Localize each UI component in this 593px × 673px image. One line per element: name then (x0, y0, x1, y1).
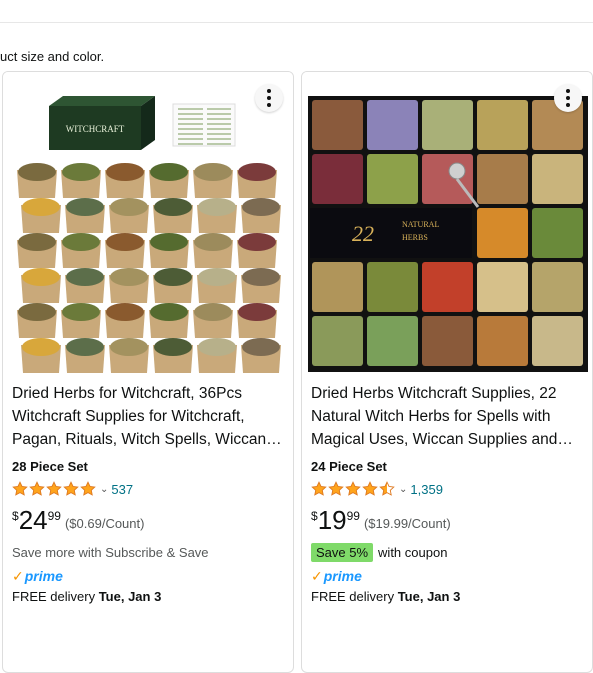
delivery-info: FREE delivery Tue, Jan 3 (311, 589, 584, 604)
star-half-icon (379, 481, 395, 496)
prime-label: prime (323, 568, 362, 584)
delivery-date: Tue, Jan 3 (397, 589, 461, 604)
rating-row[interactable]: ⌄ 537 (12, 480, 285, 498)
star-full-icon (328, 481, 344, 496)
review-count-link[interactable]: 1,359 (410, 482, 443, 497)
product-title[interactable]: Dried Herbs for Witchcraft, 36Pcs Witchc… (12, 382, 285, 451)
prime-check-icon: ✓ (311, 567, 323, 584)
box-label-bottom: HERBS (402, 233, 428, 242)
price-whole: 24 (18, 505, 48, 535)
piece-set-label: 28 Piece Set (12, 459, 88, 474)
box-number: 22 (352, 221, 374, 246)
price[interactable]: $ 24 99 ($0.69/Count) (12, 506, 285, 536)
unit-price: ($19.99/Count) (363, 516, 451, 531)
unit-price: ($0.69/Count) (64, 516, 145, 531)
delivery-info: FREE delivery Tue, Jan 3 (12, 589, 285, 604)
price[interactable]: $ 19 99 ($19.99/Count) (311, 506, 584, 536)
piece-set-label: 24 Piece Set (311, 459, 387, 474)
price-symbol: $ (12, 509, 19, 523)
coupon-badge: Save 5% (311, 542, 374, 562)
product-title[interactable]: Dried Herbs Witchcraft Supplies, 22 Natu… (311, 382, 584, 451)
star-full-icon (362, 481, 378, 496)
product-image[interactable]: WITCHCRAFT (3, 72, 293, 374)
price-symbol: $ (311, 509, 318, 523)
more-options-button[interactable] (554, 84, 582, 112)
star-full-icon (345, 481, 361, 496)
star-full-icon (80, 481, 96, 496)
prime-check-icon: ✓ (12, 567, 24, 584)
prime-badge: ✓ prime (311, 567, 584, 585)
review-count-link[interactable]: 537 (111, 482, 133, 497)
star-full-icon (29, 481, 45, 496)
product-image-art: WITCHCRAFT (3, 72, 293, 374)
coupon-text: with coupon (378, 544, 448, 560)
prime-label: prime (24, 568, 63, 584)
delivery-date: Tue, Jan 3 (98, 589, 162, 604)
delivery-prefix: FREE delivery (311, 589, 398, 604)
prime-badge: ✓ prime (12, 567, 285, 585)
subscribe-save-text: Save more with Subscribe & Save (12, 544, 209, 560)
results-subtitle: uct size and color. (0, 49, 105, 64)
box-label: WITCHCRAFT (66, 124, 125, 134)
star-full-icon (46, 481, 62, 496)
coupon-row[interactable]: Save 5% with coupon (311, 542, 584, 562)
chevron-down-icon[interactable]: ⌄ (399, 484, 407, 495)
product-image-art: 22 NATURAL HERBS (302, 72, 592, 374)
delivery-prefix: FREE delivery (12, 589, 99, 604)
price-whole: 19 (317, 505, 347, 535)
product-card[interactable]: 22 NATURAL HERBS Dried Herbs Witchcraft … (301, 71, 593, 673)
star-rating[interactable] (311, 481, 396, 497)
product-image[interactable]: 22 NATURAL HERBS (302, 72, 592, 374)
more-options-button[interactable] (255, 84, 283, 112)
top-bar (0, 0, 593, 23)
rating-row[interactable]: ⌄ 1,359 (311, 480, 584, 498)
product-card[interactable]: WITCHCRAFT Dried Herbs for Witchcraft, 3… (2, 71, 294, 673)
star-full-icon (63, 481, 79, 496)
star-rating[interactable] (12, 481, 97, 497)
star-full-icon (311, 481, 327, 496)
price-fraction: 99 (346, 509, 360, 523)
box-label-top: NATURAL (402, 220, 439, 229)
chevron-down-icon[interactable]: ⌄ (100, 484, 108, 495)
star-full-icon (12, 481, 28, 496)
price-fraction: 99 (47, 509, 61, 523)
